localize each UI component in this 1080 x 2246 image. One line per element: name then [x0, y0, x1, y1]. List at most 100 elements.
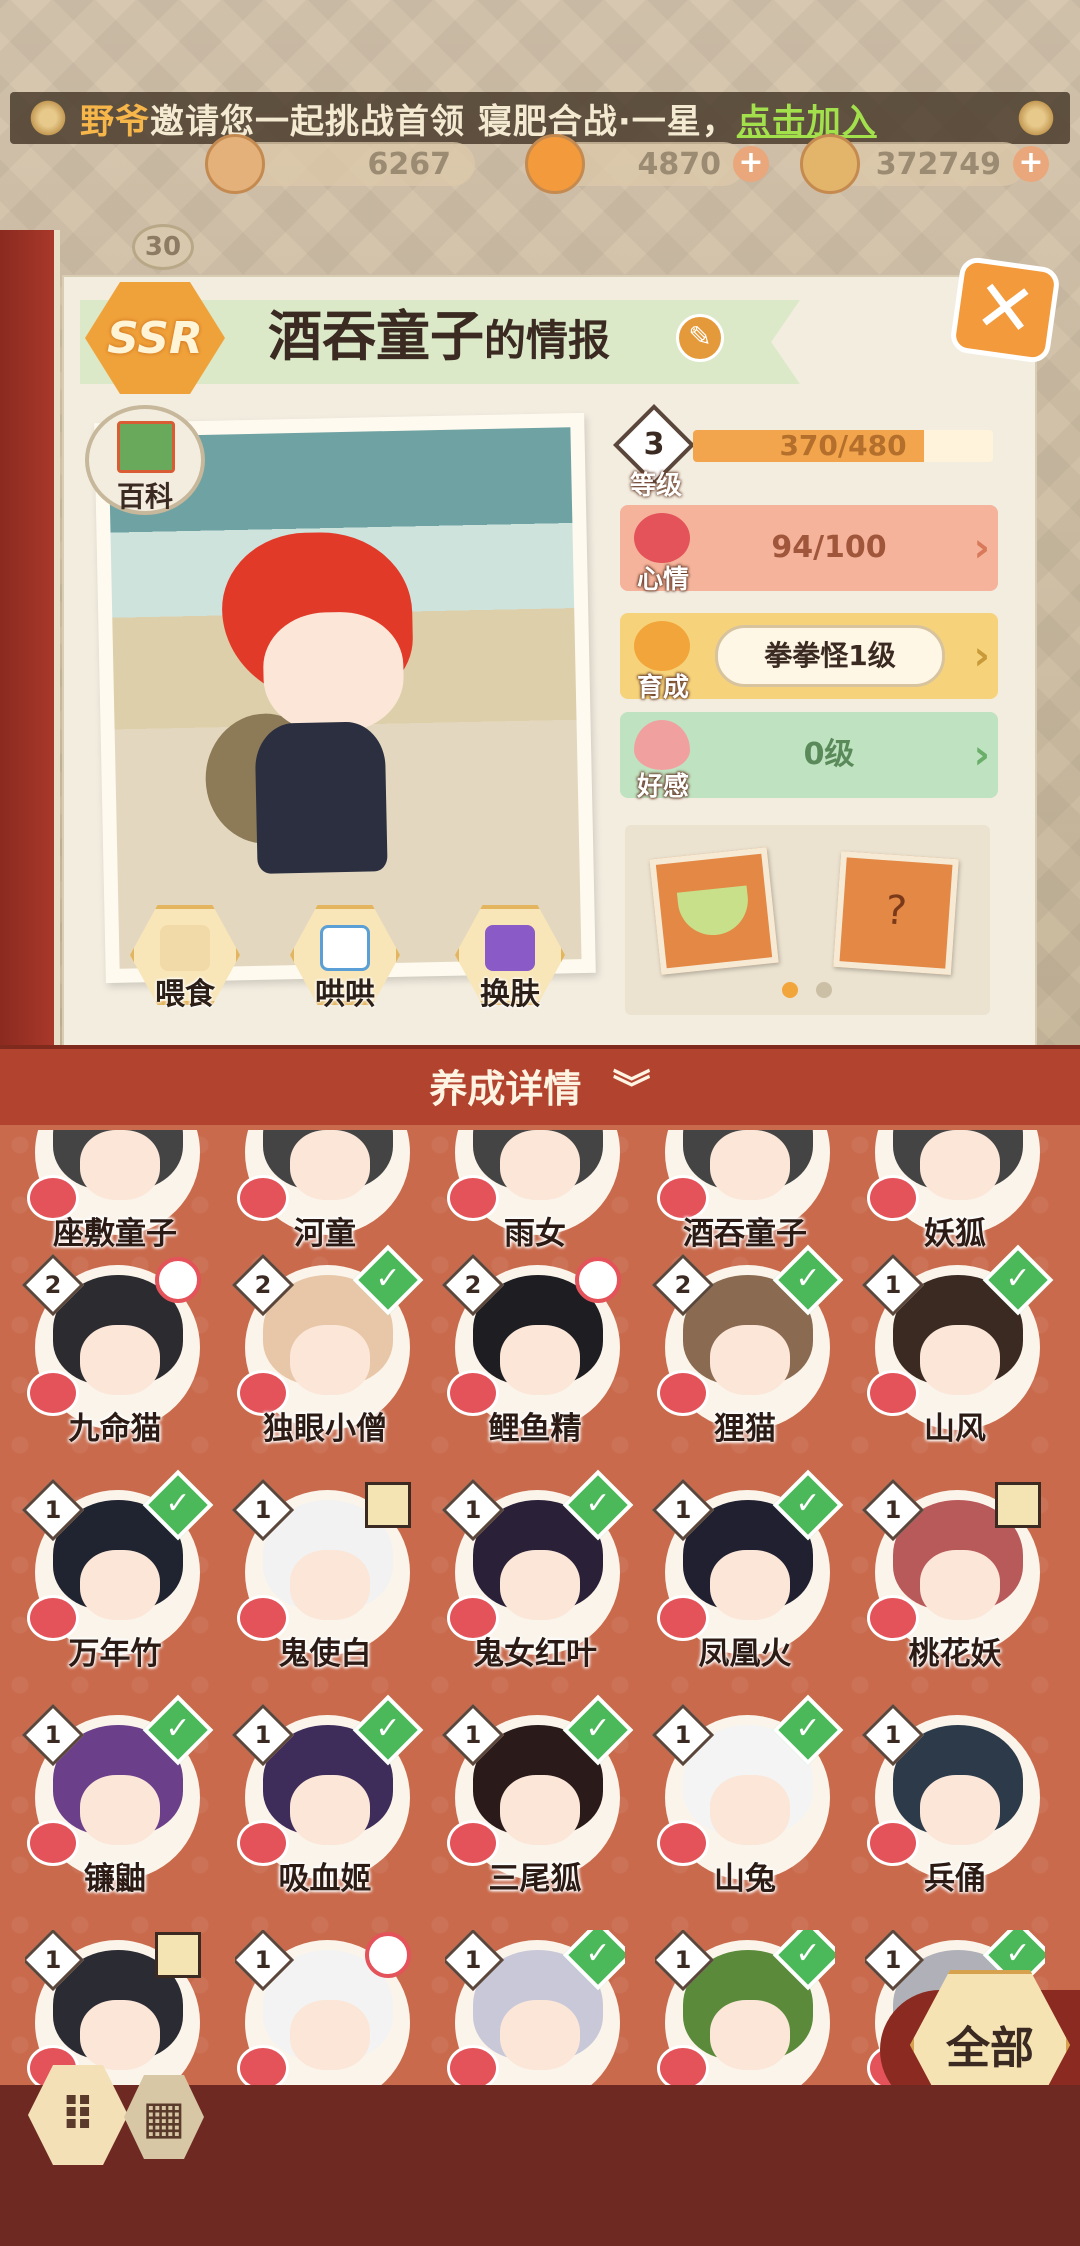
level-label: 等级: [630, 471, 683, 501]
close-button[interactable]: ✕: [948, 255, 1062, 365]
player-level-badge: 30: [132, 224, 194, 270]
edit-icon[interactable]: ✎: [676, 314, 724, 362]
shikigami-card[interactable]: 2 ✓ 独眼小僧: [231, 1244, 424, 1455]
level-number: 1: [254, 1496, 272, 1524]
character-face: [262, 610, 405, 734]
level-number: 1: [884, 1496, 902, 1524]
level-number: 2: [44, 1271, 62, 1299]
milk-carton-icon: [320, 925, 370, 971]
currency-value: 6267: [367, 146, 452, 182]
wiki-button[interactable]: 百科: [85, 405, 205, 515]
wiki-label: 百科: [116, 480, 173, 513]
coax-button[interactable]: 哄哄: [290, 905, 400, 1015]
shikigami-card[interactable]: 1 ✓ 山风: [861, 1244, 1054, 1455]
coin-icon: [800, 134, 860, 194]
flower-icon: [28, 98, 68, 138]
gift-box-icon: [365, 1482, 411, 1528]
avatar-face: [290, 1130, 370, 1200]
speech-bubble-icon: [155, 1257, 201, 1303]
level-number: 1: [674, 1946, 692, 1974]
shiki-name: 山兔: [714, 1861, 776, 1897]
avatar-face: [500, 2000, 580, 2070]
ramen-gift-card[interactable]: [649, 847, 779, 975]
detail-bar[interactable]: 养成详情 ︾: [0, 1045, 1080, 1125]
skin-label: 换肤: [480, 977, 540, 1012]
level-number: 1: [44, 1721, 62, 1749]
feed-label: 喂食: [155, 977, 215, 1012]
currency-jade: 4870 +: [525, 134, 769, 194]
gift-box-icon: [995, 1482, 1041, 1528]
level-number: 1: [674, 1721, 692, 1749]
ramen-icon: [676, 885, 752, 939]
character-body: [254, 721, 388, 874]
avatar-face: [920, 1550, 1000, 1620]
level-number: 1: [464, 1721, 482, 1749]
affinity-value: 0级: [803, 737, 855, 772]
level-number: 2: [464, 1271, 482, 1299]
gift-area: ?: [625, 825, 990, 1015]
level-number: 1: [44, 1496, 62, 1524]
level-progress: 3 370/480: [612, 403, 995, 487]
avatar-face: [500, 1550, 580, 1620]
avatar-face: [500, 1325, 580, 1395]
shiki-name: 河童: [294, 1216, 356, 1252]
page-dot[interactable]: [816, 982, 832, 998]
mood-row[interactable]: 心情 94/100 ›: [620, 505, 998, 595]
shiki-name: 酒吞童子: [268, 305, 484, 368]
level-number: 1: [254, 1721, 272, 1749]
shikigami-card[interactable]: 1 ✓ 鬼女红叶: [441, 1469, 634, 1680]
chevron-right-icon: ›: [973, 525, 990, 571]
shikigami-card[interactable]: 1 ✓ 山兔: [651, 1694, 844, 1905]
avatar-face: [80, 1775, 160, 1845]
shikigami-card[interactable]: 1 ✓ 三尾狐: [441, 1694, 634, 1905]
avatar-face: [80, 1550, 160, 1620]
mystery-gift-card[interactable]: ?: [833, 851, 959, 975]
gift-box-icon: [155, 1932, 201, 1978]
page-dot-active[interactable]: [782, 982, 798, 998]
shikigami-card[interactable]: 2 ✓ 狸猫: [651, 1244, 844, 1455]
shiki-name: 妖狐: [924, 1216, 986, 1252]
shikigami-card[interactable]: 1 ✓ 万年竹: [21, 1469, 214, 1680]
affinity-row[interactable]: 好感 0级 ›: [620, 712, 998, 802]
level-number: 1: [464, 1496, 482, 1524]
shikigami-card[interactable]: 1 鬼使白: [231, 1478, 415, 1680]
avatar-face: [290, 2000, 370, 2070]
shikigami-card[interactable]: 2 鲤鱼精: [441, 1253, 625, 1455]
add-jade-button[interactable]: +: [733, 146, 769, 182]
level-number: 1: [884, 1271, 902, 1299]
currency-value: 4870: [637, 146, 722, 182]
shikigami-card[interactable]: 1 桃花妖: [861, 1478, 1045, 1680]
page-title: 酒吞童子 的情报: [268, 302, 610, 372]
add-coin-button[interactable]: +: [1013, 146, 1049, 182]
currency-value: 372749: [875, 146, 1001, 182]
shikigami-card[interactable]: 1 ✓ 镰鼬: [21, 1694, 214, 1905]
avatar-face: [500, 1130, 580, 1200]
avatar-face: [290, 1775, 370, 1845]
shikigami-card[interactable]: 2 九命猫: [21, 1253, 205, 1455]
currency-coin: 372749 +: [800, 134, 1049, 194]
skin-button[interactable]: 换肤: [455, 905, 565, 1015]
shiki-name: 独眼小僧: [263, 1411, 387, 1447]
shiki-name: 兵俑: [924, 1861, 986, 1897]
shiki-name: 九命猫: [68, 1411, 162, 1447]
shikigami-card[interactable]: 1 ✓ 凤凰火: [651, 1469, 844, 1680]
nurture-row[interactable]: 育成 拳拳怪1级 ›: [620, 613, 998, 703]
invite-banner[interactable]: 野爷 邀请您一起挑战首领 寝肥合战·一星， 点击加入: [10, 92, 1070, 144]
avatar-face: [710, 1130, 790, 1200]
shiki-name: 山风: [924, 1411, 986, 1447]
level-number: 1: [44, 1946, 62, 1974]
join-link[interactable]: 点击加入: [737, 94, 877, 143]
heart-face-icon: [634, 513, 690, 563]
feed-button[interactable]: 喂食: [130, 905, 240, 1015]
magatama-icon: [205, 134, 265, 194]
shikigami-card[interactable]: 1 兵俑: [861, 1703, 1045, 1905]
shiki-name: 凤凰火: [698, 1636, 792, 1672]
title-suffix: 的情报: [484, 316, 611, 365]
avatar-face: [80, 2000, 160, 2070]
mood-value: 94/100: [771, 530, 887, 565]
shikigami-card[interactable]: 1 ✓ 吸血姬: [231, 1694, 424, 1905]
avatar-face: [710, 1550, 790, 1620]
currency-magatama: 6267: [205, 134, 475, 194]
inviter-name: 野爷: [80, 101, 150, 142]
level-number: 1: [884, 1721, 902, 1749]
